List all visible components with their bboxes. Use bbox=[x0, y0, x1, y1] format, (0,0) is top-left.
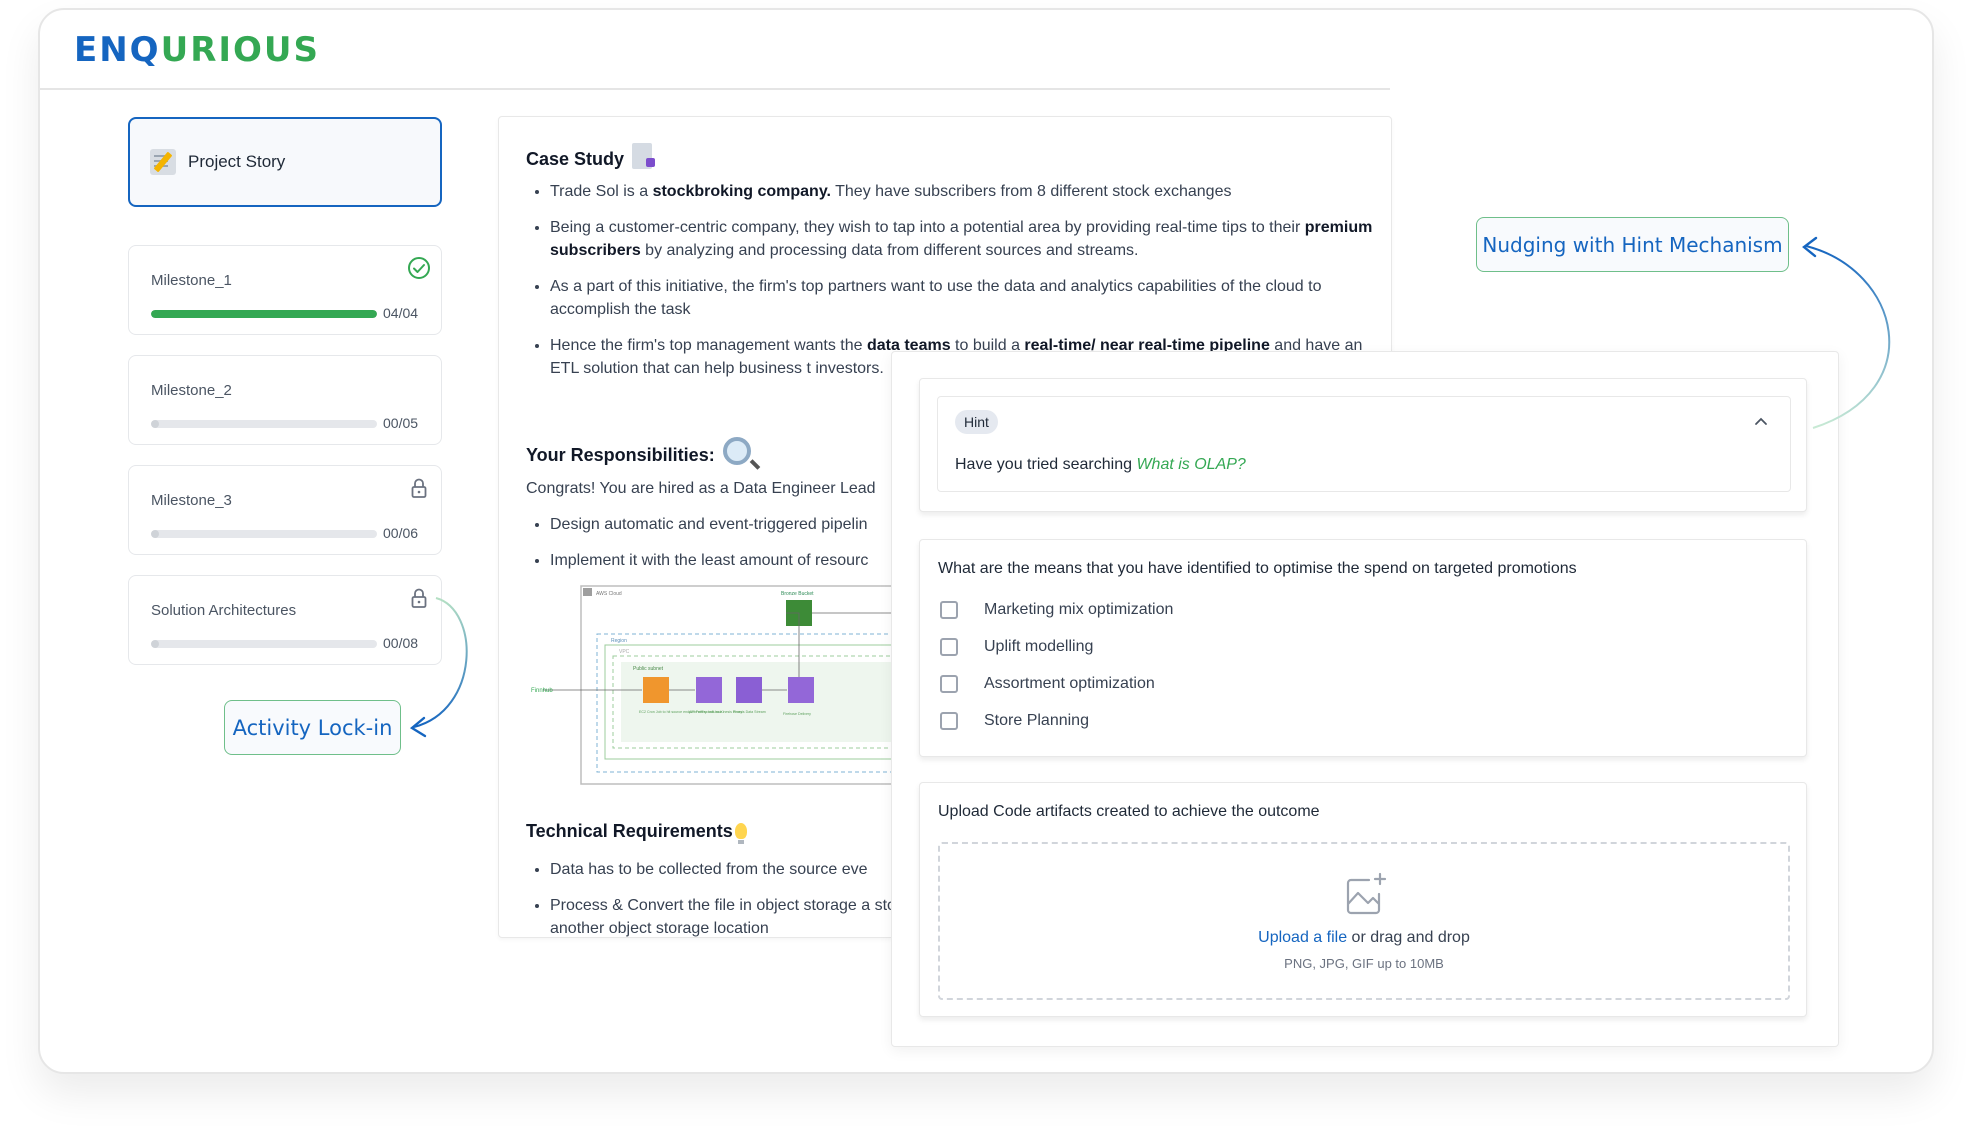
check-circle-icon bbox=[408, 257, 430, 279]
heading-text: Case Study bbox=[526, 149, 625, 169]
checkbox[interactable] bbox=[940, 638, 958, 656]
milestone-progress-bar bbox=[151, 420, 377, 428]
heading-text: Your Responsibilities: bbox=[526, 445, 715, 465]
responsibilities-intro: Congrats! You are hired as a Data Engine… bbox=[526, 480, 876, 497]
api-gateway-icon bbox=[696, 677, 722, 703]
callout-activity-lock-in: Activity Lock-in bbox=[224, 700, 401, 755]
label-kinesis: Kinesis Data Stream bbox=[733, 710, 766, 714]
milestone-progress-bar bbox=[151, 310, 377, 318]
lock-icon bbox=[411, 588, 427, 608]
label-cloud: AWS Cloud bbox=[596, 591, 622, 597]
question-card: What are the means that you have identif… bbox=[919, 539, 1807, 757]
case-study-heading: Case Study bbox=[526, 143, 656, 170]
hint-search-link[interactable]: What is OLAP? bbox=[1136, 456, 1245, 473]
milestone-title: Milestone_2 bbox=[151, 382, 232, 399]
logo-text-green: URIOUS bbox=[160, 30, 321, 70]
question-text: What are the means that you have identif… bbox=[938, 560, 1577, 577]
milestone-count: 04/04 bbox=[383, 305, 419, 321]
logo-text-blue: ENQ bbox=[74, 30, 161, 70]
callout-hint-mechanism: Nudging with Hint Mechanism bbox=[1476, 217, 1789, 272]
kinesis-stream-icon bbox=[736, 677, 762, 703]
technical-requirements-heading: Technical Requirements bbox=[526, 821, 747, 844]
label-vpc: VPC bbox=[619, 649, 630, 655]
checkbox[interactable] bbox=[940, 712, 958, 730]
option-marketing-mix[interactable]: Marketing mix optimization bbox=[940, 601, 1173, 619]
hint-accordion[interactable]: Hint Have you tried searching What is OL… bbox=[937, 396, 1791, 492]
responsibilities-heading: Your Responsibilities: bbox=[526, 437, 751, 466]
lock-icon bbox=[411, 478, 427, 498]
upload-card: Upload Code artifacts created to achieve… bbox=[919, 782, 1807, 1017]
sidebar-item-label: Project Story bbox=[188, 152, 286, 171]
option-uplift-modelling[interactable]: Uplift modelling bbox=[940, 638, 1093, 656]
sidebar-milestone-3[interactable]: Milestone_3 00/06 bbox=[128, 465, 442, 555]
memo-icon bbox=[150, 149, 176, 175]
progress-fill bbox=[151, 310, 377, 318]
list-item: As a part of this initiative, the firm's… bbox=[550, 275, 1390, 321]
hint-card: Hint Have you tried searching What is OL… bbox=[919, 378, 1807, 512]
heading-text: Technical Requirements bbox=[526, 821, 733, 841]
label-bucket: Bronze Bucket bbox=[781, 591, 814, 597]
ec2-icon bbox=[643, 677, 669, 703]
milestone-title: Milestone_3 bbox=[151, 492, 232, 509]
milestone-progress-bar bbox=[151, 530, 377, 538]
milestone-title: Milestone_1 bbox=[151, 272, 232, 289]
option-store-planning[interactable]: Store Planning bbox=[940, 712, 1089, 730]
option-label: Marketing mix optimization bbox=[984, 601, 1174, 618]
magnifier-icon bbox=[722, 437, 751, 465]
progress-start-dot bbox=[151, 530, 159, 538]
milestone-count: 00/05 bbox=[383, 415, 419, 431]
light-bulb-icon bbox=[734, 823, 747, 844]
hint-badge: Hint bbox=[955, 410, 998, 434]
option-label: Assortment optimization bbox=[984, 675, 1155, 692]
hint-text: Have you tried searching What is OLAP? bbox=[955, 456, 1246, 474]
milestone-progress-bar bbox=[151, 640, 377, 648]
upload-rest-text: or drag and drop bbox=[1347, 929, 1470, 946]
label-firehose: Firehose Delivery bbox=[783, 712, 811, 716]
label-region: Region bbox=[611, 638, 627, 644]
file-dropzone[interactable]: Upload a file or drag and drop PNG, JPG,… bbox=[938, 842, 1790, 1000]
checkbox[interactable] bbox=[940, 675, 958, 693]
image-upload-icon bbox=[1346, 872, 1387, 915]
header-divider bbox=[40, 88, 1390, 90]
upload-instructions: Upload a file or drag and drop bbox=[940, 929, 1788, 947]
label-subnet: Public subnet bbox=[633, 666, 664, 672]
option-assortment[interactable]: Assortment optimization bbox=[940, 675, 1155, 693]
sidebar-solution-architectures[interactable]: Solution Architectures 00/08 bbox=[128, 575, 442, 665]
upload-title: Upload Code artifacts created to achieve… bbox=[938, 803, 1320, 820]
sidebar-milestone-1[interactable]: Milestone_1 04/04 bbox=[128, 245, 442, 335]
progress-start-dot bbox=[151, 420, 159, 428]
hint-prefix: Have you tried searching bbox=[955, 456, 1137, 473]
milestone-count: 00/08 bbox=[383, 635, 419, 651]
upload-file-link[interactable]: Upload a file bbox=[1258, 929, 1347, 946]
document-icon bbox=[632, 143, 656, 169]
label-source: Finnhub bbox=[531, 688, 553, 694]
sidebar-item-project-story[interactable]: Project Story bbox=[128, 117, 442, 207]
activity-panel: Hint Have you tried searching What is OL… bbox=[891, 351, 1839, 1047]
milestone-count: 00/06 bbox=[383, 525, 419, 541]
chevron-up-icon[interactable] bbox=[1752, 413, 1770, 431]
upload-file-types: PNG, JPG, GIF up to 10MB bbox=[1284, 956, 1444, 971]
checkbox[interactable] bbox=[940, 601, 958, 619]
progress-start-dot bbox=[151, 640, 159, 648]
firehose-icon bbox=[788, 677, 814, 703]
aws-cloud-icon bbox=[583, 588, 592, 596]
milestone-title: Solution Architectures bbox=[151, 602, 297, 619]
option-label: Store Planning bbox=[984, 712, 1089, 729]
sidebar-milestone-2[interactable]: Milestone_2 00/05 bbox=[128, 355, 442, 445]
list-item: Being a customer-centric company, they w… bbox=[550, 216, 1390, 262]
option-label: Uplift modelling bbox=[984, 638, 1094, 655]
list-item: Trade Sol is a stockbroking company. The… bbox=[550, 180, 1390, 203]
brand-logo[interactable]: ENQURIOUS bbox=[74, 30, 320, 70]
